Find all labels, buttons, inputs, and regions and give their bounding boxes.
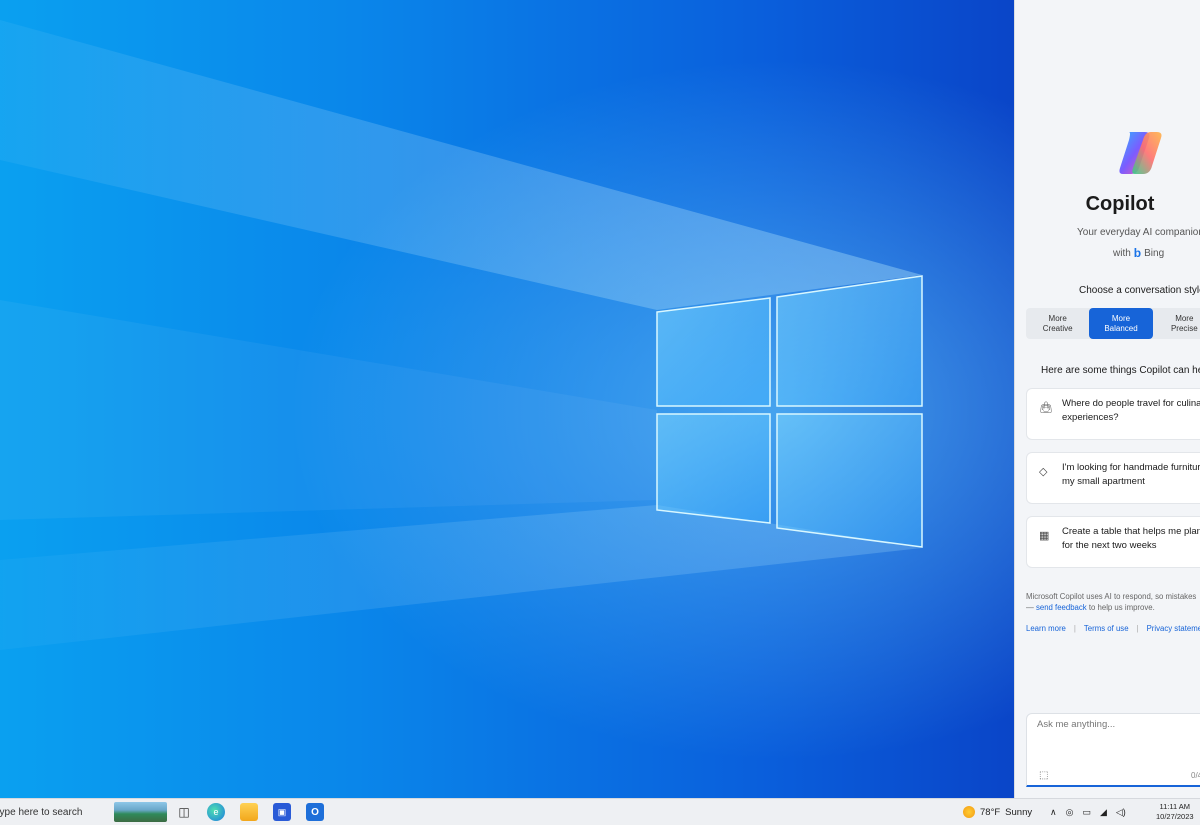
clock[interactable]: 11:11 AM 10/27/2023 — [1156, 802, 1194, 822]
style-precise-line1: More — [1175, 313, 1194, 323]
send-feedback-link[interactable]: send feedback — [1036, 603, 1087, 612]
meet-now-icon[interactable]: ◎ — [1066, 807, 1074, 818]
style-balanced-line2: Balanced — [1104, 323, 1138, 333]
clock-time: 11:11 AM — [1159, 802, 1191, 811]
link-separator: | — [1073, 624, 1076, 633]
suggestion-text: Create a table that helps me plan for th… — [1062, 525, 1200, 553]
system-tray: ∧ ◎ ▭ ◢ ◁) — [1050, 799, 1126, 825]
terms-of-use-link[interactable]: Terms of use — [1084, 624, 1129, 633]
copilot-title: Copilot — [1085, 193, 1155, 215]
suggestion-line2: my small apartment — [1062, 476, 1145, 487]
conversation-style-selector: More Creative More Balanced More Precise — [1026, 308, 1200, 339]
search-highlight-image — [114, 802, 167, 822]
suggestion-text: Where do people travel for culinary expe… — [1062, 397, 1200, 425]
windows-logo-icon — [656, 275, 923, 548]
tag-icon: ◇ — [1039, 466, 1048, 478]
disclaimer-dash: — — [1026, 603, 1034, 612]
file-explorer-icon[interactable] — [240, 803, 258, 821]
desktop-wallpaper — [0, 0, 1014, 798]
copilot-subtitle: Your everyday AI companion — [1077, 227, 1200, 238]
suggestion-line1: Where do people travel for culinary — [1062, 398, 1200, 409]
microsoft-store-icon[interactable]: ▣ — [273, 803, 291, 821]
suggestion-line1: Create a table that helps me plan — [1062, 526, 1200, 537]
help-heading: Here are some things Copilot can help — [1041, 365, 1200, 376]
style-creative-line1: More — [1048, 313, 1067, 323]
suggestion-text: I'm looking for handmade furniture for m… — [1062, 461, 1200, 489]
bing-label: Bing — [1144, 247, 1165, 259]
style-creative-button[interactable]: More Creative — [1026, 308, 1089, 339]
suggestion-card[interactable]: ◇ I'm looking for handmade furniture for… — [1026, 452, 1200, 504]
network-icon[interactable]: ◢ — [1100, 807, 1107, 818]
link-separator: | — [1136, 624, 1139, 633]
bing-icon: b — [1133, 246, 1142, 260]
search-text: Type here to search — [0, 807, 83, 818]
disclaimer-rest: to help us improve. — [1088, 603, 1155, 612]
disclaimer-line1: Microsoft Copilot uses AI to respond, so… — [1026, 592, 1197, 601]
windows-logo-light — [0, 20, 923, 650]
weather-widget[interactable]: 78°F Sunny — [963, 799, 1032, 825]
with-label: with — [1113, 247, 1131, 259]
outlook-icon[interactable]: O — [306, 803, 324, 821]
char-counter: 0/4000 — [1191, 771, 1200, 780]
style-balanced-line1: More — [1111, 313, 1131, 323]
ai-disclaimer: Microsoft Copilot uses AI to respond, so… — [1026, 591, 1196, 613]
suggestion-line1: I'm looking for handmade furniture for — [1062, 462, 1200, 473]
suggestion-line2: experiences? — [1062, 412, 1119, 423]
privacy-statement-link[interactable]: Privacy statement — [1147, 624, 1200, 633]
footer-links: Learn more | Terms of use | Privacy stat… — [1026, 624, 1200, 633]
taskbar: Type here to search ◫ e ▣ O 78°F Sunny ∧… — [0, 798, 1200, 825]
suitcase-icon: 👜︎ — [1039, 402, 1053, 414]
show-hidden-icons-chevron-icon[interactable]: ∧ — [1050, 807, 1057, 818]
learn-more-link[interactable]: Learn more — [1026, 624, 1066, 633]
sun-icon — [963, 806, 975, 818]
weather-temp: 78°F — [980, 806, 1001, 818]
table-icon: ▦ — [1039, 530, 1050, 542]
image-scan-icon[interactable]: ⬚ — [1039, 770, 1048, 781]
taskbar-search[interactable]: Type here to search — [0, 799, 170, 825]
battery-icon[interactable]: ▭ — [1082, 807, 1091, 818]
style-balanced-button[interactable]: More Balanced — [1089, 308, 1153, 339]
copilot-logo-icon — [1119, 132, 1162, 174]
with-bing-label: with b Bing — [1113, 246, 1164, 260]
conversation-style-heading: Choose a conversation style — [1079, 285, 1200, 296]
style-precise-line2: Precise — [1170, 323, 1198, 333]
suggestion-card[interactable]: 👜︎ Where do people travel for culinary e… — [1026, 388, 1200, 440]
style-precise-button[interactable]: More Precise — [1153, 308, 1200, 339]
style-creative-line2: Creative — [1042, 323, 1073, 333]
task-view-icon[interactable]: ◫ — [175, 803, 193, 821]
clock-date: 10/27/2023 — [1156, 812, 1194, 821]
edge-icon[interactable]: e — [207, 803, 225, 821]
suggestion-card[interactable]: ▦ Create a table that helps me plan for … — [1026, 516, 1200, 568]
ask-input[interactable] — [1035, 718, 1199, 731]
ask-box: ⬚ 0/4000 — [1026, 713, 1200, 787]
copilot-panel: Copilot Your everyday AI companion with … — [1014, 0, 1200, 798]
weather-desc: Sunny — [1005, 806, 1033, 818]
suggestion-line2: for the next two weeks — [1062, 540, 1157, 551]
volume-icon[interactable]: ◁) — [1116, 807, 1126, 818]
